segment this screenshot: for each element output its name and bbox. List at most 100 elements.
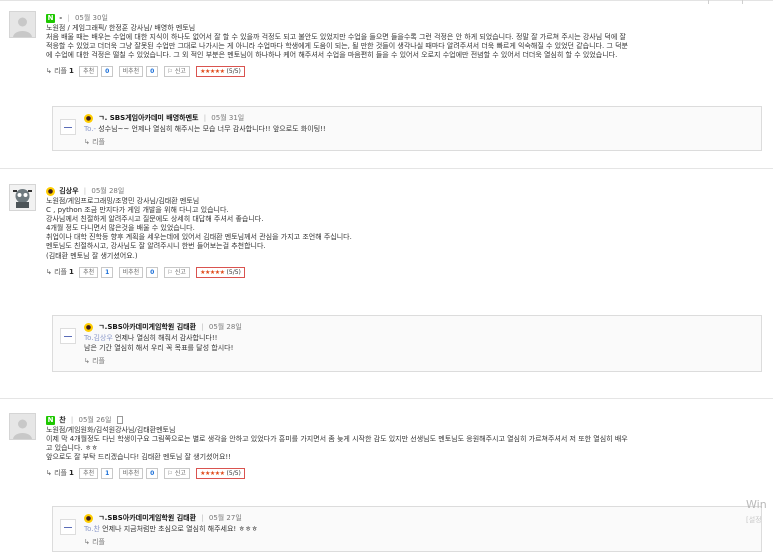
reply-meta: ● ㄱ. SBS게임아카데미 배영하멘토 | 05월 31일 [84, 113, 754, 124]
comment-date: 05월 26일 [78, 416, 112, 424]
rating-score: (5/5) [226, 470, 241, 478]
reply-label: 리플 [92, 538, 105, 546]
comment-line: 4개월 정도 다니면서 많은것을 배울 수 있었습니다. [46, 224, 195, 233]
comment-line: 멘토님도 친절하시고, 강사님도 잘 알려주시니 한번 들어보는걸 추천합니다. [46, 242, 266, 251]
avatar[interactable] [9, 11, 36, 38]
reply-message: 언제나 지금처럼만 초심으로 열심히 해주세요! ㅎㅎㅎ [99, 525, 258, 533]
report-icon: ⚐ [167, 470, 173, 478]
avatar[interactable] [9, 413, 36, 440]
rating-stars: ★★★★★ [200, 68, 225, 76]
rating-badge: ★★★★★ (5/5) [196, 468, 245, 480]
comment-actions: ↳ 리플 1 추천 1 비추천 0 ⚐ 신고 ★★★★★ (5/5) [46, 468, 764, 480]
rating-badge: ★★★★★ (5/5) [196, 66, 245, 78]
kakao-icon: ● [84, 514, 93, 523]
reply-toggle[interactable]: ↳ 리플 1 [46, 66, 74, 77]
reply-date: 05월 27일 [208, 514, 242, 522]
rating-score: (5/5) [226, 68, 241, 76]
not-recommend-count-box: 0 [146, 66, 159, 78]
report-button[interactable]: ⚐ 신고 [163, 468, 190, 480]
rating-stars: ★★★★★ [200, 470, 225, 478]
author-name[interactable]: - [59, 14, 62, 22]
reply-label: 리플 [92, 138, 105, 146]
reply-text-line-2: 남은 기간 열심히 해서 우리 꼭 목표를 달성 합시다! [84, 344, 234, 352]
report-label: 신고 [174, 470, 186, 478]
recommend-label: 추천 [83, 470, 95, 478]
recommend-button[interactable]: 추천 [79, 468, 99, 480]
reply-avatar [60, 119, 76, 135]
reply-count: 1 [68, 469, 74, 478]
recommend-count-box: 1 [101, 266, 114, 278]
attachment-icon [116, 416, 123, 424]
separator: | [201, 514, 204, 522]
reply-message: 언제나 열심히 해줘서 감사합니다!! [112, 334, 218, 342]
reply-toggle[interactable]: ↳ 리플 1 [46, 468, 74, 479]
reply-reply-link[interactable]: ↳ 리플 [84, 137, 754, 147]
reply-date: 05월 28일 [208, 323, 242, 331]
reply-count: 1 [68, 267, 74, 276]
reply-to: To.김상우 [84, 334, 113, 342]
comment-line: 처음 배울 때는 배우는 수업에 대한 지식이 하나도 없어서 잘 할 수 있을… [46, 33, 626, 42]
comment-meta: ● 김상우 | 05월 28일 [46, 185, 764, 197]
not-recommend-label: 비추천 [122, 68, 140, 76]
comment-date: 05월 30일 [74, 14, 108, 22]
top-tick [742, 0, 743, 4]
reply-label: 리플 [54, 469, 67, 478]
comment-line: 노원점/게임원화/김석원강사님/김태환멘토님 [46, 426, 176, 434]
rating-stars: ★★★★★ [200, 268, 225, 276]
kakao-icon: ● [84, 114, 93, 123]
reply-author[interactable]: ㄱ.SBS아카데미게임학원 김태환 [98, 514, 196, 522]
reply-avatar [60, 328, 76, 344]
author-name[interactable]: 찬 [59, 416, 65, 424]
character-avatar-icon [10, 185, 35, 210]
activation-watermark-sub: [설정 [746, 516, 762, 524]
not-recommend-count: 0 [150, 470, 155, 478]
reply-avatar [60, 519, 76, 535]
reply-toggle[interactable]: ↳ 리플 1 [46, 267, 74, 278]
recommend-button[interactable]: 추천 [79, 66, 99, 78]
comment-line: 에 수업에 대한 걱정은 떨칠 수 있었습니다. 그 외 적인 부분은 멘토님이… [46, 51, 618, 60]
not-recommend-button[interactable]: 비추천 [118, 468, 144, 480]
reply-author[interactable]: ㄱ. SBS게임아카데미 배영하멘토 [98, 114, 198, 122]
comment-line: (김태환 멘토님 잘 생기셨어요.) [46, 251, 138, 260]
reply-author[interactable]: ㄱ.SBS아카데미게임학원 김태환 [98, 323, 196, 331]
avatar[interactable] [9, 184, 36, 211]
report-label: 신고 [174, 68, 186, 76]
comment-line: 노원점 / 게임그래픽/ 한정훈 강사님/ 배영하 멘토님 [46, 24, 196, 32]
recommend-button[interactable]: 추천 [79, 266, 99, 278]
comment-text: 노원점/게임프로그래밍/조명민 강사님/김태환 멘토님 C , python 조… [46, 197, 764, 261]
comment-meta: N 찬 | 05월 26일 [46, 414, 764, 426]
divider [0, 168, 773, 169]
not-recommend-button[interactable]: 비추천 [118, 66, 144, 78]
rating-badge: ★★★★★ (5/5) [196, 266, 245, 278]
report-label: 신고 [174, 268, 186, 276]
reply-reply-link[interactable]: ↳ 리플 [84, 537, 754, 547]
comment-actions: ↳ 리플 1 추천 1 비추천 0 ⚐ 신고 ★★★★★ (5/5) [46, 266, 764, 278]
not-recommend-label: 비추천 [122, 470, 140, 478]
report-icon: ⚐ [167, 68, 173, 76]
report-button[interactable]: ⚐ 신고 [163, 266, 190, 278]
comment-date: 05월 28일 [91, 187, 125, 195]
reply-meta: ● ㄱ.SBS아카데미게임학원 김태환 | 05월 27일 [84, 513, 754, 524]
comment-meta: N - | 05월 30일 [46, 12, 764, 24]
reply-text: To.김상우 언제나 열심히 해줘서 감사합니다!! [84, 333, 754, 343]
reply-reply-link[interactable]: ↳ 리플 [84, 356, 754, 366]
reply-message: 성수님~~ 언제나 열심히 해주시는 모습 너무 감사합니다!! 앞으로도 화이… [96, 125, 326, 133]
recommend-count: 0 [105, 68, 110, 76]
not-recommend-count-box: 0 [146, 266, 159, 278]
reply-text: To.- 성수님~~ 언제나 열심히 해주시는 모습 너무 감사합니다!! 앞으… [84, 124, 754, 134]
not-recommend-button[interactable]: 비추천 [118, 266, 144, 278]
not-recommend-count-box: 0 [146, 468, 159, 480]
default-user-icon [10, 12, 35, 37]
comment-line: 강사님께서 친절하게 알려주시고 질문에도 상세히 대답해 주셔서 좋습니다. [46, 215, 264, 224]
top-tick [708, 0, 709, 4]
separator: | [83, 187, 87, 195]
reply-text: To.찬 언제나 지금처럼만 초심으로 열심히 해주세요! ㅎㅎㅎ [84, 524, 754, 534]
separator: | [67, 14, 70, 22]
reply-meta: ● ㄱ.SBS아카데미게임학원 김태환 | 05월 28일 [84, 322, 754, 333]
recommend-label: 추천 [83, 268, 95, 276]
activation-watermark: Win [746, 498, 767, 511]
naver-icon: N [46, 415, 55, 425]
author-name[interactable]: 김상우 [59, 187, 78, 195]
report-button[interactable]: ⚐ 신고 [163, 66, 190, 78]
comment-text: 노원점/게임원화/김석원강사님/김태환멘토님 이제 막 4개월정도 다닌 학생이… [46, 426, 764, 462]
